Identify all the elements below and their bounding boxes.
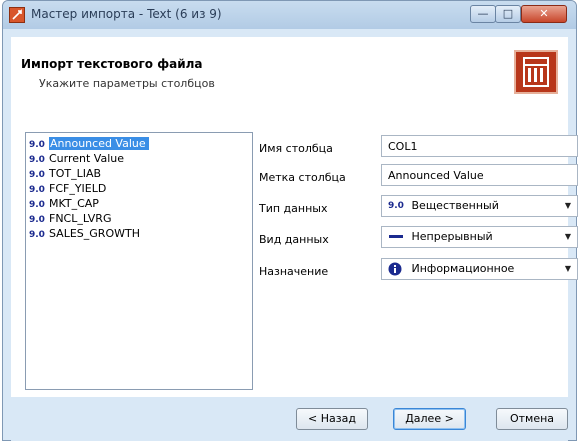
info-icon — [388, 259, 408, 279]
list-item[interactable]: 9.0 FCF_YIELD — [29, 181, 106, 196]
back-button[interactable]: < Назад — [296, 408, 368, 430]
list-item-label: FCF_YIELD — [49, 182, 107, 195]
role-label: Назначение — [259, 265, 329, 278]
continuous-icon — [388, 227, 408, 247]
app-icon — [9, 7, 25, 23]
page-subtitle: Укажите параметры столбцов — [39, 77, 215, 90]
list-item-label: Current Value — [49, 152, 125, 165]
table-logo-icon — [514, 50, 558, 94]
list-item-label: TOT_LIAB — [49, 167, 102, 180]
numeric-type-icon: 9.0 — [29, 230, 45, 240]
list-item[interactable]: 9.0 FNCL_LVRG — [29, 211, 111, 226]
list-item[interactable]: 9.0 Current Value — [29, 151, 124, 166]
minimize-button[interactable]: — — [470, 5, 496, 23]
data-kind-select[interactable]: Непрерывный ▼ — [381, 226, 578, 248]
wizard-header: Импорт текстового файла Укажите параметр… — [11, 37, 568, 126]
chevron-down-icon: ▼ — [564, 232, 571, 241]
chevron-down-icon: ▼ — [564, 264, 571, 273]
next-button[interactable]: Далее > — [393, 408, 466, 430]
window-title: Мастер импорта - Text (6 из 9) — [31, 7, 222, 21]
title-bar[interactable]: Мастер импорта - Text (6 из 9) — □ ✕ — [3, 1, 576, 29]
close-button[interactable]: ✕ — [521, 5, 567, 23]
column-name-label: Имя столбца — [259, 142, 333, 155]
wizard-footer: < Назад Далее > Отмена — [11, 397, 568, 441]
column-list[interactable]: 9.0 Announced Value 9.0 Current Value 9.0 TOT… — [25, 132, 253, 390]
list-item-label: MKT_CAP — [49, 197, 99, 210]
data-kind-label: Вид данных — [259, 233, 329, 246]
role-select[interactable]: Информационное ▼ — [381, 258, 578, 280]
list-item[interactable]: 9.0 Announced Value — [29, 136, 149, 151]
list-item[interactable]: 9.0 MKT_CAP — [29, 196, 99, 211]
role-value: Информационное — [411, 262, 515, 275]
numeric-type-icon: 9.0 — [388, 201, 404, 211]
chevron-down-icon: ▼ — [564, 201, 571, 210]
list-item-label: Announced Value — [49, 137, 149, 150]
column-label-input[interactable] — [381, 164, 578, 186]
page-title: Импорт текстового файла — [21, 57, 203, 71]
list-item-label: FNCL_LVRG — [49, 212, 112, 225]
column-label-label: Метка столбца — [259, 171, 346, 184]
list-item-label: SALES_GROWTH — [49, 227, 140, 240]
list-item[interactable]: 9.0 TOT_LIAB — [29, 166, 101, 181]
data-type-value: Вещественный — [411, 199, 499, 212]
data-type-select[interactable]: 9.0 Вещественный ▼ — [381, 195, 578, 217]
data-type-label: Тип данных — [259, 202, 328, 215]
import-wizard-window: Мастер импорта - Text (6 из 9) — □ ✕ Имп… — [2, 0, 578, 441]
maximize-button[interactable]: □ — [495, 5, 521, 23]
column-name-input[interactable] — [381, 135, 578, 157]
wizard-body: 9.0 Announced Value 9.0 Current Value 9.0 TOT… — [11, 125, 578, 397]
data-kind-value: Непрерывный — [411, 230, 493, 243]
cancel-button[interactable]: Отмена — [496, 408, 568, 430]
list-item[interactable]: 9.0 SALES_GROWTH — [29, 226, 140, 241]
